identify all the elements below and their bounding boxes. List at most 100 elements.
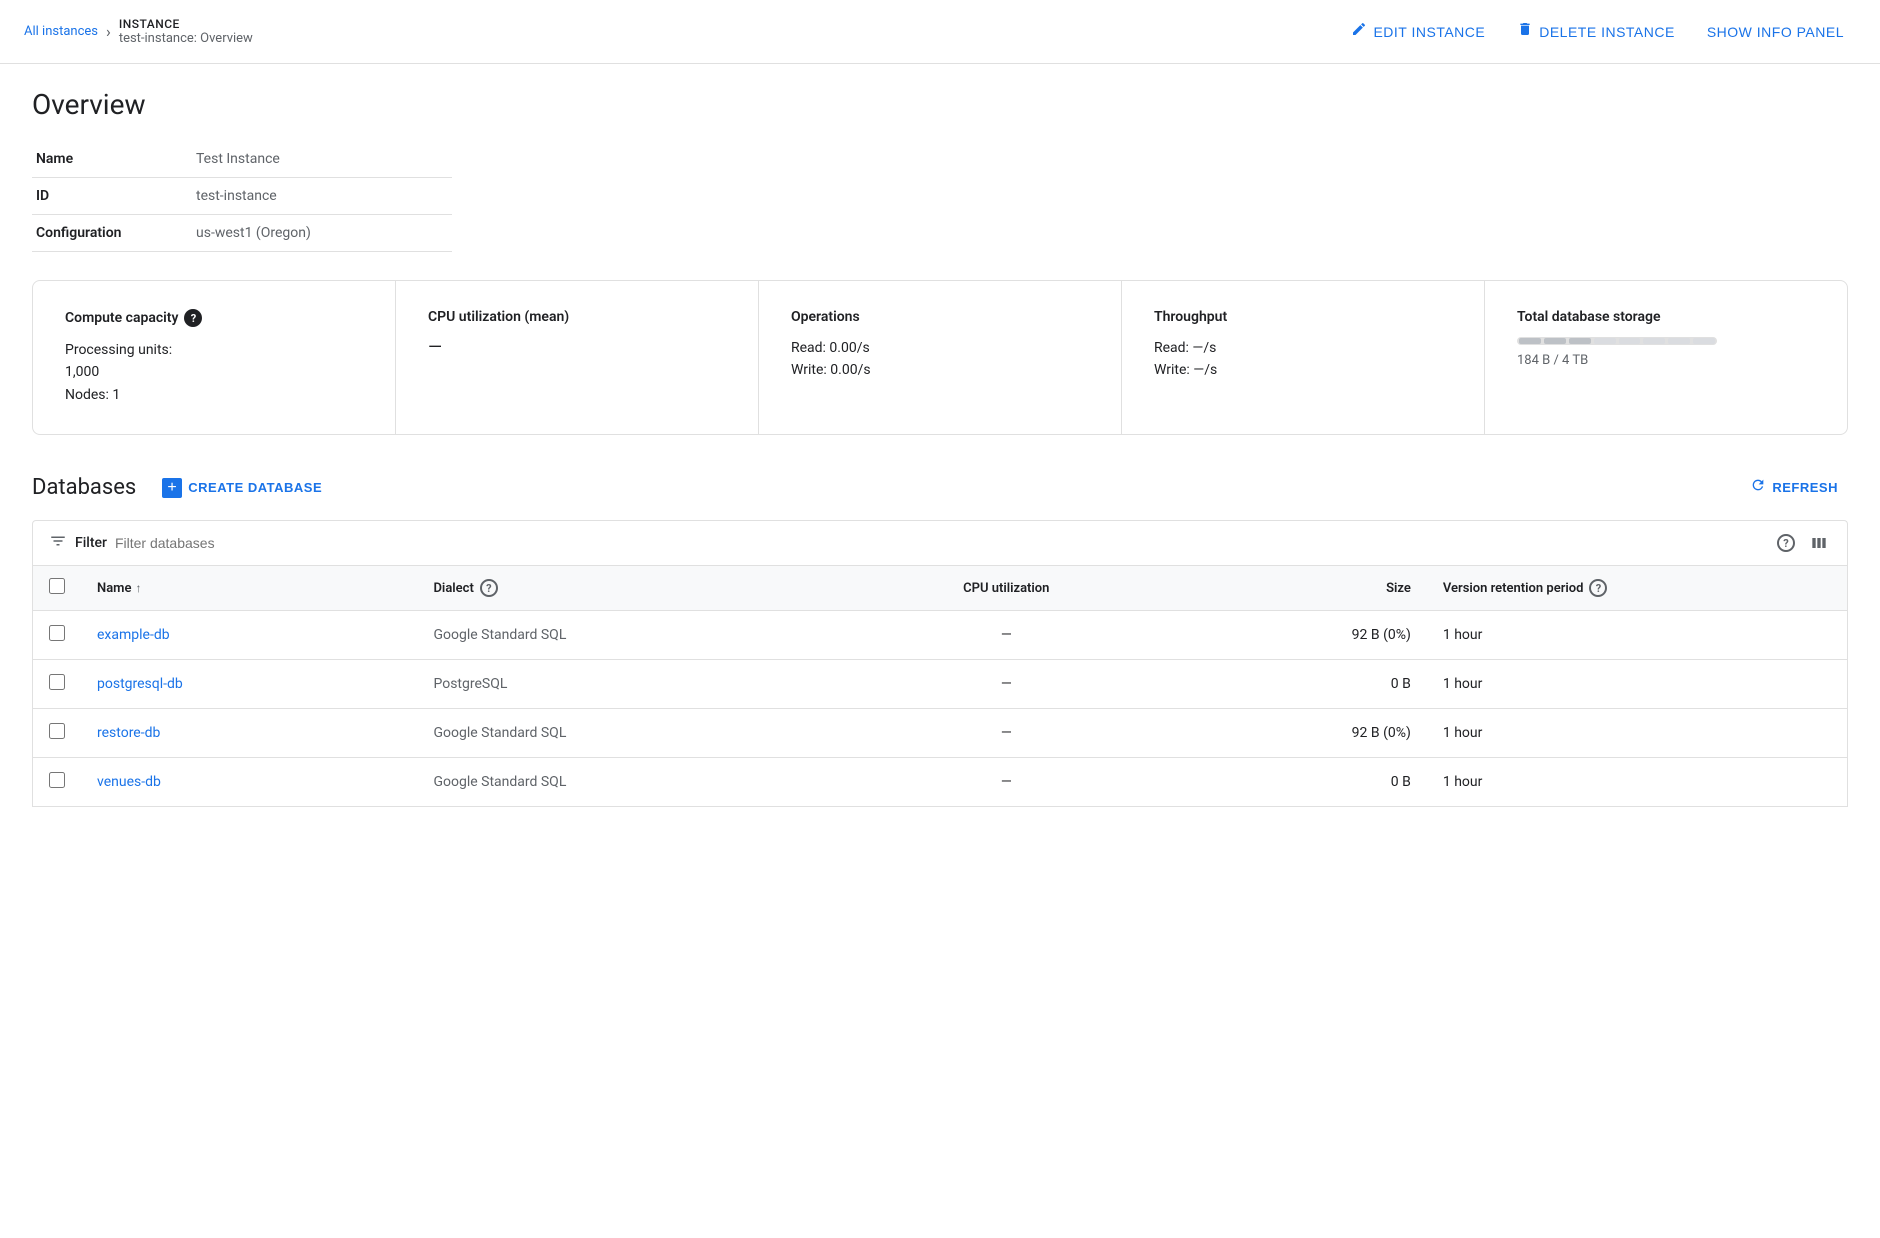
col-header-retention: Version retention period ? xyxy=(1427,566,1848,611)
col-header-checkbox xyxy=(33,566,82,611)
compute-line-3: Nodes: 1 xyxy=(65,384,363,406)
storage-used-label: 184 B / 4 TB xyxy=(1517,353,1815,368)
row-checkbox-3[interactable] xyxy=(49,772,65,788)
table-help-icon[interactable]: ? xyxy=(1777,534,1795,552)
dialect-header-container: Dialect ? xyxy=(433,579,822,597)
delete-instance-button[interactable]: DELETE INSTANCE xyxy=(1505,13,1687,50)
col-header-size: Size xyxy=(1175,566,1427,611)
filter-left: Filter xyxy=(49,532,415,555)
create-database-label: CREATE DATABASE xyxy=(188,480,322,495)
delete-instance-label: DELETE INSTANCE xyxy=(1539,24,1675,40)
row-retention-cell: 1 hour xyxy=(1427,709,1848,758)
row-dialect-cell: Google Standard SQL xyxy=(417,758,838,807)
all-instances-link[interactable]: All instances xyxy=(24,24,98,39)
compute-line-1: Processing units: xyxy=(65,339,363,361)
filter-right: ? xyxy=(1777,531,1831,555)
show-info-panel-label: SHOW INFO PANEL xyxy=(1707,24,1844,40)
compute-capacity-label: Compute capacity xyxy=(65,310,178,326)
throughput-read: Read: —/s xyxy=(1154,337,1452,359)
col-cpu-label: CPU utilization xyxy=(963,581,1049,596)
refresh-button[interactable]: REFRESH xyxy=(1740,471,1848,504)
table-row: restore-db Google Standard SQL — 92 B (0… xyxy=(33,709,1848,758)
storage-segment-1 xyxy=(1544,338,1566,344)
row-name-cell: restore-db xyxy=(81,709,417,758)
overview-info-table: Name Test Instance ID test-instance Conf… xyxy=(32,141,452,252)
metric-cpu-utilization: CPU utilization (mean) — xyxy=(396,281,759,434)
info-label-id: ID xyxy=(32,178,192,215)
instance-name: test-instance: Overview xyxy=(119,31,253,46)
select-all-checkbox[interactable] xyxy=(49,578,65,594)
row-cpu-cell: — xyxy=(838,758,1174,807)
row-size-cell: 92 B (0%) xyxy=(1175,709,1427,758)
sort-asc-icon[interactable]: ↑ xyxy=(135,581,141,595)
storage-segment-0 xyxy=(1519,338,1541,344)
row-checkbox-cell xyxy=(33,758,82,807)
databases-header: Databases + CREATE DATABASE REFRESH xyxy=(32,471,1848,504)
refresh-label: REFRESH xyxy=(1772,480,1838,495)
refresh-icon xyxy=(1750,477,1766,498)
col-dialect-label: Dialect xyxy=(433,581,473,596)
column-chooser-icon[interactable] xyxy=(1807,531,1831,555)
compute-help-icon[interactable]: ? xyxy=(184,309,202,327)
row-checkbox-0[interactable] xyxy=(49,625,65,641)
row-name-cell: venues-db xyxy=(81,758,417,807)
operations-value: Read: 0.00/s Write: 0.00/s xyxy=(791,337,1089,382)
trash-icon xyxy=(1517,21,1533,42)
storage-segment-2 xyxy=(1569,338,1591,344)
plus-icon: + xyxy=(162,478,182,498)
name-header-container: Name ↑ xyxy=(97,581,401,596)
table-body: example-db Google Standard SQL — 92 B (0… xyxy=(33,611,1848,807)
col-size-label: Size xyxy=(1386,581,1411,596)
storage-segment-5 xyxy=(1643,338,1665,344)
row-checkbox-cell xyxy=(33,660,82,709)
table-row: example-db Google Standard SQL — 92 B (0… xyxy=(33,611,1848,660)
compute-value: Processing units: 1,000 Nodes: 1 xyxy=(65,339,363,406)
dialect-help-icon[interactable]: ? xyxy=(480,579,498,597)
table-row: postgresql-db PostgreSQL — 0 B 1 hour xyxy=(33,660,1848,709)
cpu-utilization-label: CPU utilization (mean) xyxy=(428,309,569,325)
row-retention-cell: 1 hour xyxy=(1427,611,1848,660)
metric-compute-capacity: Compute capacity ? Processing units: 1,0… xyxy=(33,281,396,434)
metric-cpu-title: CPU utilization (mean) xyxy=(428,309,726,325)
top-actions: EDIT INSTANCE DELETE INSTANCE SHOW INFO … xyxy=(1339,13,1856,50)
row-cpu-cell: — xyxy=(838,660,1174,709)
metric-compute-title: Compute capacity ? xyxy=(65,309,363,327)
operations-read: Read: 0.00/s xyxy=(791,337,1089,359)
db-name-link-1[interactable]: postgresql-db xyxy=(97,676,183,692)
main-content: Overview Name Test Instance ID test-inst… xyxy=(0,64,1880,831)
info-value-config: us-west1 (Oregon) xyxy=(192,215,452,252)
retention-help-icon[interactable]: ? xyxy=(1589,579,1607,597)
row-dialect-cell: Google Standard SQL xyxy=(417,611,838,660)
info-value-name: Test Instance xyxy=(192,141,452,178)
row-checkbox-1[interactable] xyxy=(49,674,65,690)
edit-instance-button[interactable]: EDIT INSTANCE xyxy=(1339,13,1497,50)
db-name-link-0[interactable]: example-db xyxy=(97,627,170,643)
table-header-row: Name ↑ Dialect ? CPU utilization Size xyxy=(33,566,1848,611)
db-name-link-3[interactable]: venues-db xyxy=(97,774,161,790)
create-database-button[interactable]: + CREATE DATABASE xyxy=(152,472,332,504)
operations-label: Operations xyxy=(791,309,860,325)
row-dialect-value: Google Standard SQL xyxy=(433,627,566,643)
databases-table: Name ↑ Dialect ? CPU utilization Size xyxy=(32,565,1848,807)
metric-operations: Operations Read: 0.00/s Write: 0.00/s xyxy=(759,281,1122,434)
db-name-link-2[interactable]: restore-db xyxy=(97,725,160,741)
row-checkbox-2[interactable] xyxy=(49,723,65,739)
col-header-name: Name ↑ xyxy=(81,566,417,611)
metric-throughput-title: Throughput xyxy=(1154,309,1452,325)
storage-label: Total database storage xyxy=(1517,309,1661,325)
row-retention-cell: 1 hour xyxy=(1427,758,1848,807)
breadcrumb-separator: › xyxy=(106,22,111,41)
databases-title: Databases xyxy=(32,475,136,500)
row-checkbox-cell xyxy=(33,709,82,758)
show-info-panel-button[interactable]: SHOW INFO PANEL xyxy=(1695,16,1856,48)
pencil-icon xyxy=(1351,21,1367,42)
info-row-id: ID test-instance xyxy=(32,178,452,215)
storage-segment-6 xyxy=(1668,338,1690,344)
storage-segment-4 xyxy=(1619,338,1641,344)
instance-section: INSTANCE test-instance: Overview xyxy=(119,17,253,46)
row-name-cell: example-db xyxy=(81,611,417,660)
filter-input[interactable] xyxy=(115,535,415,551)
row-size-cell: 92 B (0%) xyxy=(1175,611,1427,660)
retention-header-container: Version retention period ? xyxy=(1443,579,1831,597)
col-header-dialect: Dialect ? xyxy=(417,566,838,611)
